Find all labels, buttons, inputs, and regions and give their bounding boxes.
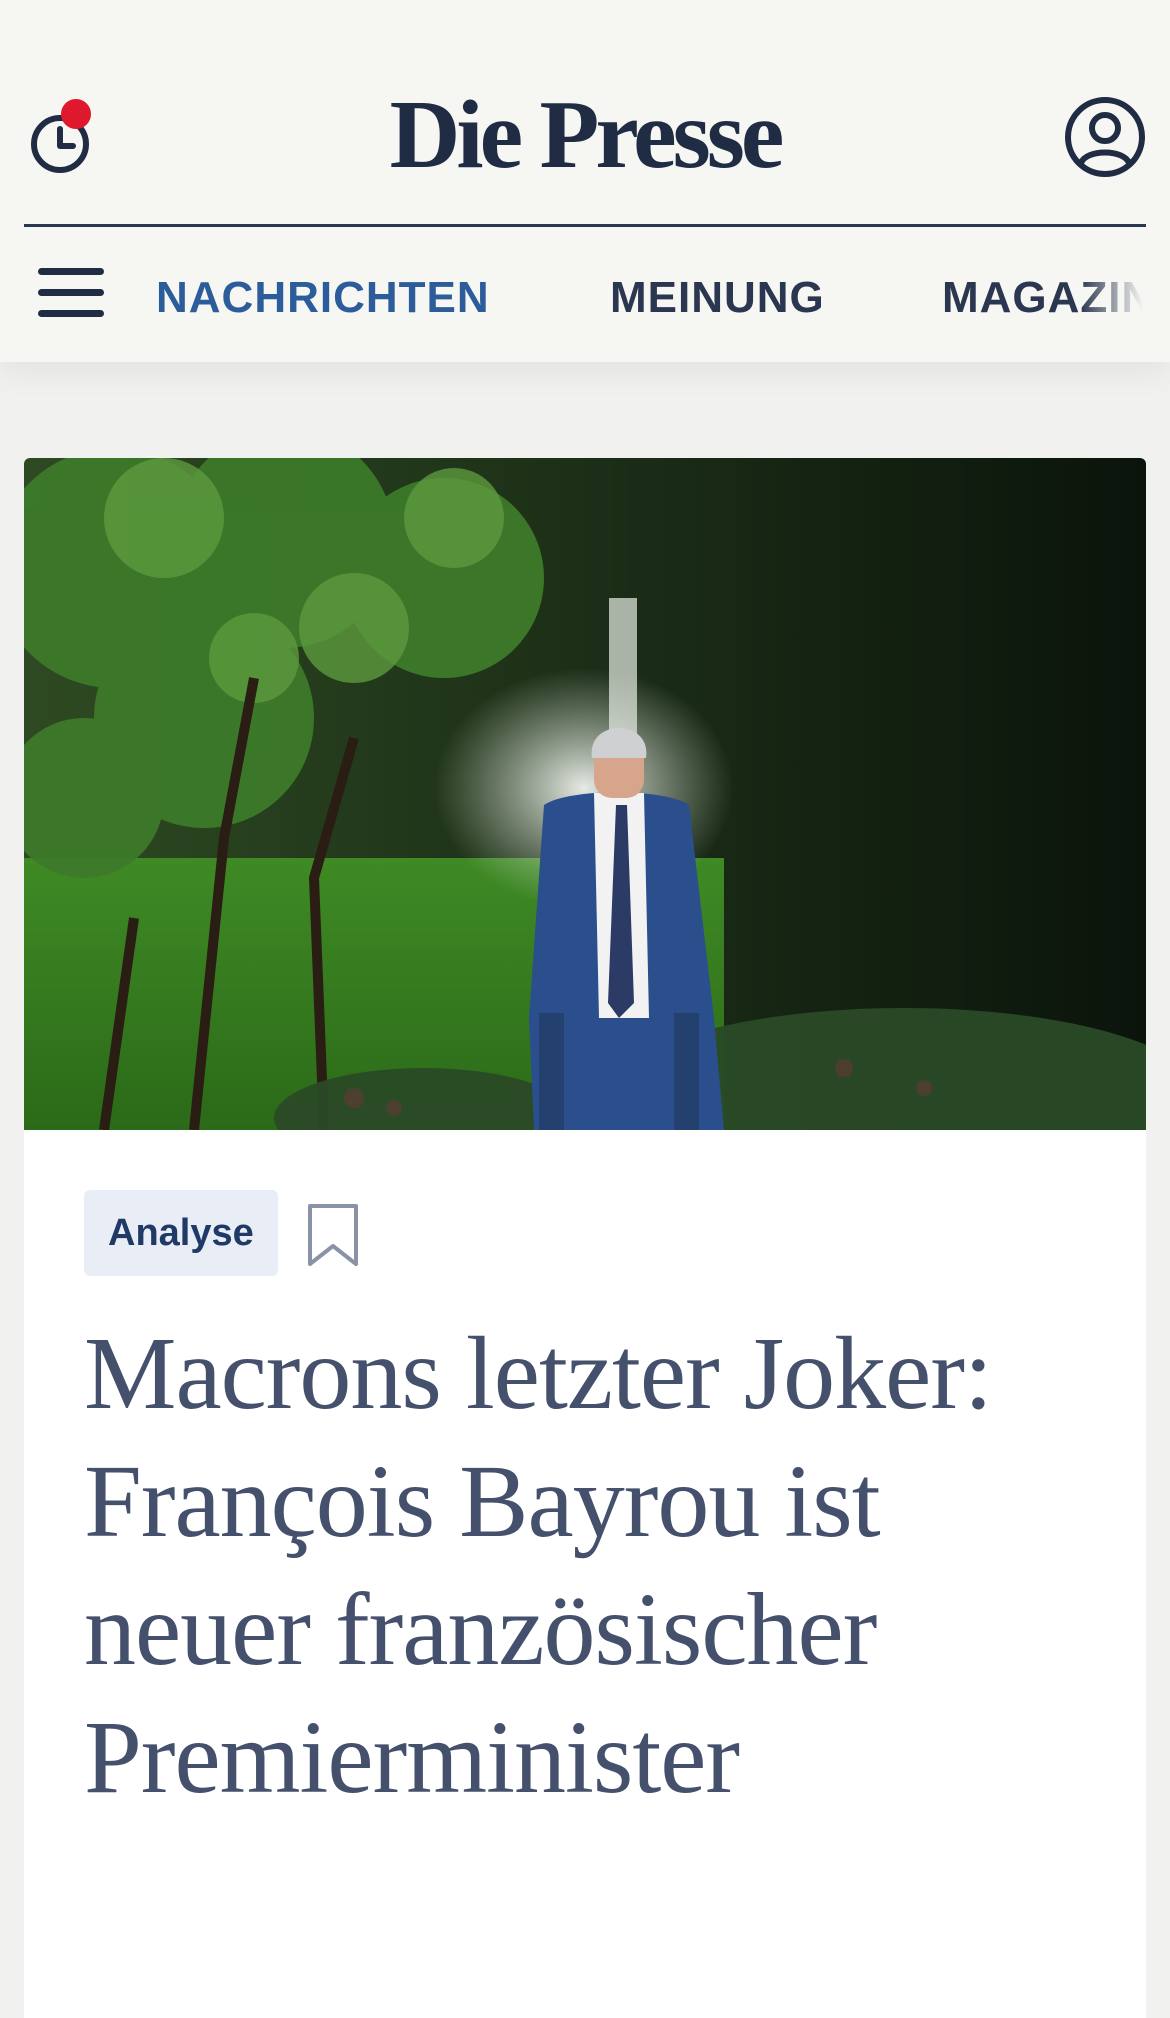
site-logo[interactable]: Die Presse [0, 80, 1170, 190]
nav-item-meinung[interactable]: MEINUNG [610, 270, 825, 326]
article-headline[interactable]: Macrons letzter Joker: François Bayrou i… [84, 1310, 1084, 1822]
nav-scroll-fade [1080, 262, 1170, 334]
bookmark-button[interactable] [306, 1202, 360, 1268]
article-tag-analyse[interactable]: Analyse [84, 1190, 278, 1276]
account-button[interactable] [1064, 96, 1146, 178]
header-divider [24, 224, 1146, 227]
section-nav: NACHRICHTEN MEINUNG MAGAZIN [0, 270, 1170, 326]
top-header: Die Presse NACHRICHTEN MEINUNG MAGAZIN [0, 0, 1170, 362]
article-hero-image[interactable] [24, 458, 1146, 1188]
user-icon [1065, 97, 1145, 177]
nav-item-nachrichten[interactable]: NACHRICHTEN [156, 270, 490, 326]
bookmark-icon [308, 1204, 358, 1266]
article-card[interactable]: Analyse Macrons letzter Joker: François … [24, 458, 1146, 2018]
